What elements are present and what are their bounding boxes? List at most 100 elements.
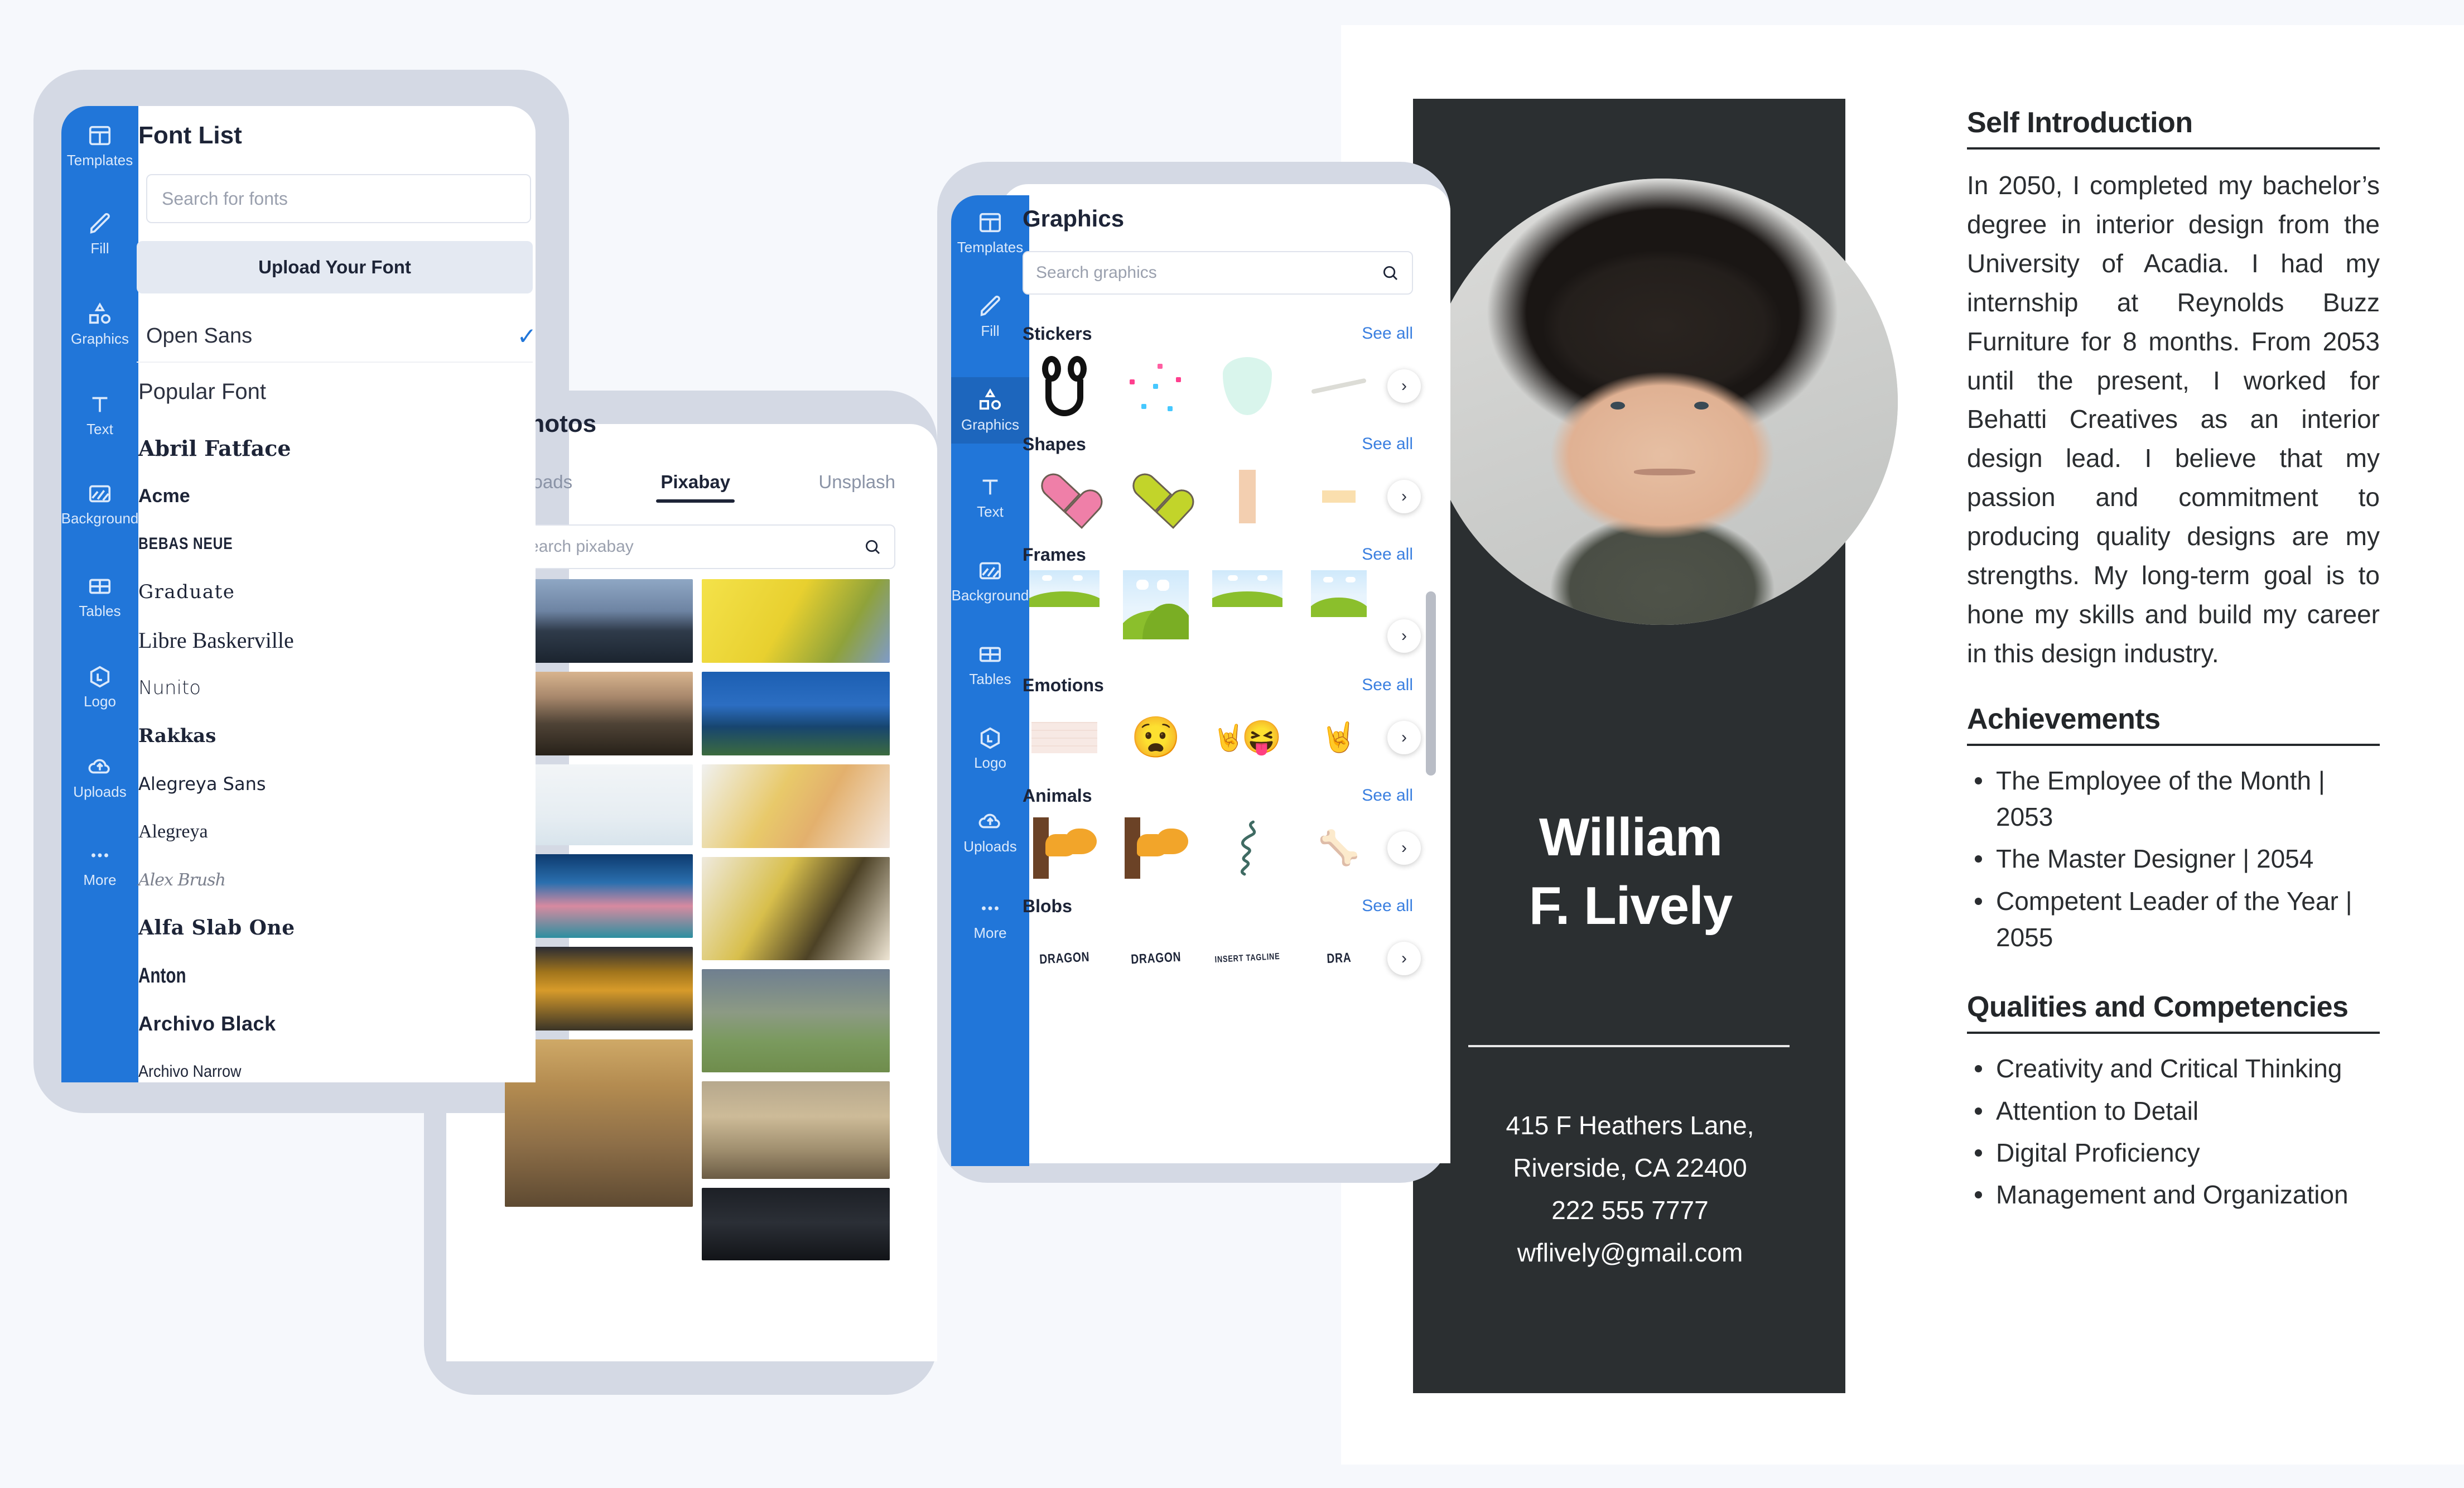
graphic-item[interactable]: DRA (1297, 924, 1381, 993)
sidebar-item-label: Tables (79, 603, 121, 619)
list-item[interactable]: Alfa Slab One (138, 904, 529, 952)
resume-contact-block: 415 F Heathers Lane, Riverside, CA 22400… (1440, 1105, 1820, 1274)
sidebar-item-background[interactable]: Background (951, 558, 1029, 604)
graphics-panel-scrollbar[interactable] (1426, 591, 1436, 776)
graphic-item[interactable] (1206, 462, 1289, 531)
graphic-item[interactable] (1023, 351, 1106, 421)
graphic-item[interactable] (1114, 813, 1198, 883)
see-all-link[interactable]: See all (1362, 676, 1413, 695)
photo-thumbnail[interactable] (702, 857, 890, 960)
photo-thumbnail[interactable] (702, 579, 890, 663)
graphic-item[interactable] (1114, 462, 1198, 531)
next-arrow-icon[interactable]: › (1387, 942, 1421, 975)
graphic-item[interactable] (1297, 351, 1381, 421)
list-item[interactable]: BEBAS NEUE (138, 520, 459, 568)
photo-thumbnail[interactable] (702, 764, 890, 848)
list-item[interactable]: Libre Baskerville (138, 616, 529, 664)
graphic-item[interactable]: 🤘 😝 (1206, 703, 1289, 772)
graphic-item[interactable]: 🦴 (1297, 813, 1381, 883)
sidebar-item-more[interactable]: More (61, 842, 138, 889)
sidebar-item-label: Uploads (963, 838, 1017, 855)
tab-unsplash[interactable]: Unsplash (818, 471, 895, 503)
sidebar-item-text[interactable]: Text (61, 392, 138, 438)
sidebar-item-label: Background (61, 510, 138, 527)
sidebar-item-logo[interactable]: Logo (61, 664, 138, 710)
upload-font-button[interactable]: Upload Your Font (137, 241, 533, 293)
sidebar-item-logo[interactable]: Logo (951, 725, 1029, 772)
section-name: Blobs (1023, 895, 1072, 916)
next-arrow-icon[interactable]: › (1387, 619, 1421, 653)
next-arrow-icon[interactable]: › (1387, 721, 1421, 754)
section-name: Frames (1023, 544, 1086, 565)
sidebar-item-graphics[interactable]: Graphics (951, 377, 1029, 444)
photo-thumbnail[interactable] (702, 969, 890, 1072)
photo-thumbnail[interactable] (702, 1188, 890, 1260)
section-gap-2 (1967, 961, 2380, 990)
sidebar-item-templates[interactable]: Templates (951, 210, 1029, 256)
sidebar-item-uploads[interactable]: Uploads (951, 809, 1029, 855)
graphic-item[interactable] (1114, 351, 1198, 421)
photo-thumbnail[interactable] (702, 1081, 890, 1179)
next-arrow-icon[interactable]: › (1387, 831, 1421, 865)
sidebar-item-tables[interactable]: Tables (951, 642, 1029, 688)
graphic-item[interactable]: 😧 (1114, 703, 1198, 772)
see-all-link[interactable]: See all (1362, 324, 1413, 343)
list-item[interactable]: Anton (138, 952, 443, 1000)
sidebar-item-graphics[interactable]: Graphics (61, 301, 138, 348)
list-item[interactable]: Nunito (138, 664, 529, 712)
see-all-link[interactable]: See all (1362, 786, 1413, 805)
graphic-item[interactable] (1023, 703, 1106, 772)
graphic-item[interactable] (1206, 351, 1289, 421)
list-item[interactable]: Alegreya Sans (138, 760, 529, 808)
list-item[interactable]: Graduate (138, 568, 529, 616)
avatar (1426, 179, 1898, 625)
graphic-item[interactable] (1206, 813, 1289, 883)
graphics-search-placeholder: Search graphics (1036, 263, 1157, 282)
sidebar-item-label: Templates (957, 239, 1024, 256)
next-arrow-icon[interactable]: › (1387, 369, 1421, 403)
tab-pixabay[interactable]: Pixabay (656, 471, 735, 503)
sidebar-item-tables[interactable]: Tables (61, 574, 138, 620)
font-panel-sidebar[interactable]: Templates Fill Graphics Text Background (61, 106, 138, 1082)
selected-font-row[interactable]: Open Sans ✓ (146, 321, 537, 351)
sidebar-item-text[interactable]: Text (951, 474, 1029, 521)
graphics-search-input[interactable]: Search graphics (1023, 251, 1413, 295)
font-search-placeholder: Search for fonts (162, 188, 288, 209)
graphic-item[interactable]: INSERT TAGLINE (1206, 924, 1289, 993)
next-arrow-icon[interactable]: › (1387, 480, 1421, 513)
graphic-item[interactable]: DRAGON (1023, 924, 1106, 993)
graphic-item[interactable] (1114, 570, 1198, 639)
photos-search-input[interactable]: Search pixabay (505, 524, 895, 569)
see-all-link[interactable]: See all (1362, 435, 1413, 454)
see-all-link[interactable]: See all (1362, 545, 1413, 564)
photo-thumbnail[interactable] (702, 672, 890, 755)
graphics-panel-sidebar[interactable]: Templates Fill Graphics Text Background (951, 195, 1029, 1166)
graphic-item[interactable] (1023, 570, 1106, 639)
sidebar-item-uploads[interactable]: Uploads (61, 754, 138, 801)
sidebar-item-fill[interactable]: Fill (951, 293, 1029, 340)
list-item[interactable]: Alex Brush (138, 856, 529, 904)
list-item[interactable]: Alegreya (138, 808, 529, 856)
graphic-item[interactable]: DRAGON (1114, 924, 1198, 993)
list-item[interactable]: Acme (138, 472, 529, 520)
sidebar-item-templates[interactable]: Templates (61, 123, 138, 169)
confetti-sticker-icon (1120, 358, 1192, 414)
font-search-input[interactable]: Search for fonts (146, 174, 531, 223)
sidebar-item-more[interactable]: More (951, 895, 1029, 942)
sidebar-item-background[interactable]: Background (61, 481, 138, 527)
photo-column-right (702, 579, 890, 1394)
sidebar-item-fill[interactable]: Fill (61, 211, 138, 257)
graphic-item[interactable] (1297, 570, 1381, 639)
graphic-item[interactable] (1206, 570, 1289, 639)
see-all-link[interactable]: See all (1362, 897, 1413, 916)
list-item[interactable]: Abril Fatface (138, 424, 529, 472)
snake-icon (1241, 820, 1256, 876)
list-item[interactable]: Archivo Black (138, 1000, 529, 1048)
graphic-item[interactable]: 🤘 (1297, 703, 1381, 772)
graphic-item[interactable] (1297, 462, 1381, 531)
graphic-item[interactable] (1023, 813, 1106, 883)
graphic-item[interactable] (1023, 462, 1106, 531)
list-item[interactable]: Rakkas (138, 712, 529, 760)
sidebar-item-label: More (83, 871, 117, 888)
list-item[interactable]: Archivo Narrow (138, 1048, 490, 1096)
